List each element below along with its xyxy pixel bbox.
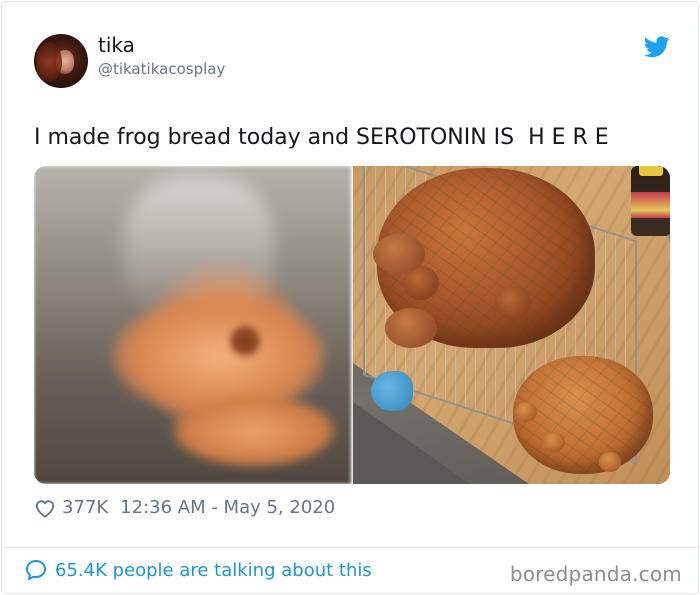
tweet-meta: 377K 12:36 AM - May 5, 2020: [34, 497, 335, 518]
big-loaf-leg-left: [373, 234, 425, 274]
small-frog-loaf: [513, 356, 653, 474]
frog-bread-photo-blurry[interactable]: [34, 166, 351, 484]
watermark: boredpanda.com: [509, 562, 682, 586]
talking-count[interactable]: 65.4K people are talking about this: [55, 560, 372, 581]
big-loaf-leg-bottom: [385, 308, 437, 348]
frog-bread-eye: [230, 326, 260, 356]
frog-bread-leg: [174, 396, 334, 466]
frog-bread-body: [114, 296, 324, 416]
avatar[interactable]: [34, 34, 88, 88]
twitter-bird-icon[interactable]: [644, 36, 670, 58]
divider: [3, 547, 699, 548]
heart-icon[interactable]: [34, 498, 56, 518]
tweet-media[interactable]: [34, 166, 670, 484]
display-name[interactable]: tika: [98, 33, 135, 57]
tweet-card: tika @tikatikacosplay I made frog bread …: [1, 1, 699, 594]
frog-bread-photo-two-loaves[interactable]: [353, 166, 670, 484]
jar: [631, 166, 670, 236]
small-loaf-eye-right: [599, 452, 621, 472]
blue-shoe: [371, 371, 413, 411]
tweet-timestamp[interactable]: 12:36 AM - May 5, 2020: [120, 497, 335, 518]
like-count[interactable]: 377K: [62, 497, 108, 518]
speech-bubble-icon: [26, 560, 46, 580]
user-handle[interactable]: @tikatikacosplay: [98, 60, 225, 78]
big-frog-loaf: [373, 168, 595, 348]
tweet-text: I made frog bread today and SEROTONIN IS…: [34, 125, 609, 150]
big-loaf-eye-right: [495, 286, 531, 320]
conversation-link[interactable]: 65.4K people are talking about this: [24, 558, 372, 582]
small-loaf-eye-mid: [543, 432, 565, 452]
small-loaf-eye-left: [515, 402, 537, 422]
